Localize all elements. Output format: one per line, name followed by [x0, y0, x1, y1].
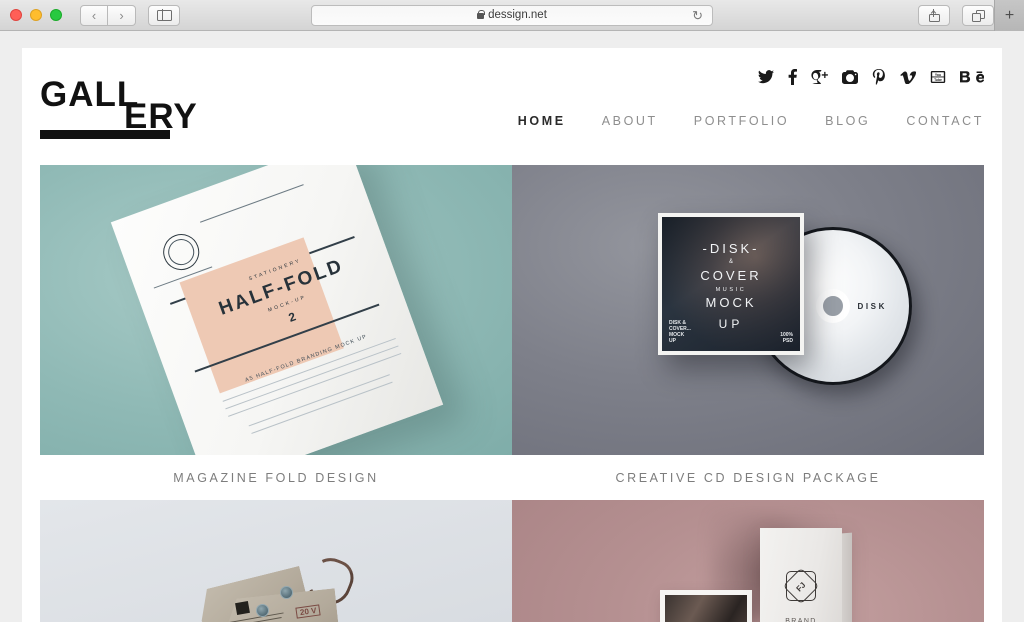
page-viewport: GALL ERY You Tube HOME ABOUT PORTFOLIO B… — [0, 31, 1024, 622]
address-bar[interactable]: dessign.net ↻ — [311, 4, 713, 26]
show-sidebar-button[interactable] — [148, 4, 180, 26]
url-text: dessign.net — [488, 9, 547, 21]
thumbnail-brand-folder[interactable]: FJ BRAND — [512, 500, 984, 622]
share-icon — [928, 9, 940, 22]
nav-item-portfolio[interactable]: PORTFOLIO — [694, 114, 789, 128]
minimize-window-button[interactable] — [30, 9, 42, 21]
cd-line-2: & — [728, 259, 733, 265]
logo-underline-bar — [40, 130, 170, 139]
tabs-icon — [971, 9, 985, 22]
rule-line — [199, 184, 304, 223]
portfolio-gallery: STATIONERY HALF-FOLD MOCK-UP 2 A5 HALF-F… — [40, 165, 984, 622]
cd-center-hole — [816, 289, 850, 323]
tag-eyelet — [280, 586, 293, 599]
brochure-spine — [842, 532, 852, 622]
youtube-icon[interactable]: You Tube — [930, 68, 946, 86]
back-button[interactable]: ‹ — [80, 4, 108, 26]
brochure-caption-text: BRAND — [785, 618, 817, 622]
toolbar-right-actions: + — [906, 0, 1024, 31]
close-window-button[interactable] — [10, 9, 22, 21]
svg-text:Tube: Tube — [934, 78, 942, 82]
chevron-left-icon: ‹ — [91, 7, 97, 23]
thumbnail-magazine-fold[interactable]: STATIONERY HALF-FOLD MOCK-UP 2 A5 HALF-F… — [40, 165, 512, 455]
social-links: You Tube — [758, 68, 984, 86]
facebook-icon[interactable] — [788, 68, 797, 86]
new-tab-button[interactable]: + — [994, 0, 1024, 31]
chevron-right-icon: › — [119, 7, 124, 23]
cd-line-3: COVER — [700, 268, 762, 283]
folded-brochure: FJ BRAND — [760, 528, 852, 622]
gallery-item-hang-tags[interactable]: 20 V — [40, 500, 512, 622]
cd-corner-left-text: DISK & COVER... MOCK UP — [669, 320, 691, 344]
show-tabs-button[interactable] — [962, 5, 994, 26]
cd-corner-right-text: 100% PSD — [780, 332, 793, 344]
cd-sleeve: -DISK- & COVER MUSIC MOCK UP DISK & COVER… — [658, 213, 804, 355]
plus-icon: + — [1004, 6, 1015, 24]
gallery-caption-cd-package: CREATIVE CD DESIGN PACKAGE — [512, 455, 984, 500]
google-plus-icon[interactable] — [811, 68, 828, 86]
cd-line-1: -DISK- — [702, 241, 760, 256]
reload-icon[interactable]: ↻ — [692, 9, 703, 22]
navigation-buttons: ‹ › — [80, 4, 136, 26]
body-line — [251, 381, 393, 434]
tag-black-block — [235, 600, 250, 616]
photo-image — [665, 595, 747, 622]
gallery-row: 20 V FJ BRAND — [40, 500, 984, 622]
nav-item-home[interactable]: HOME — [518, 114, 566, 128]
cd-line-5: MOCK — [705, 295, 757, 310]
thumbnail-hang-tags[interactable]: 20 V — [40, 500, 512, 622]
maximize-window-button[interactable] — [50, 9, 62, 21]
cd-disc-label: DISK — [857, 302, 887, 311]
site-header: GALL ERY You Tube HOME ABOUT PORTFOLIO B… — [22, 48, 1002, 165]
nav-item-about[interactable]: ABOUT — [602, 114, 658, 128]
cd-cover-text: -DISK- & COVER MUSIC MOCK UP — [662, 241, 800, 331]
gallery-item-magazine-fold[interactable]: STATIONERY HALF-FOLD MOCK-UP 2 A5 HALF-F… — [40, 165, 512, 500]
tag-eyelet — [256, 604, 269, 617]
gallery-row: STATIONERY HALF-FOLD MOCK-UP 2 A5 HALF-F… — [40, 165, 984, 500]
instagram-icon[interactable] — [842, 68, 858, 86]
svg-text:You: You — [935, 73, 941, 77]
site-logo[interactable]: GALL ERY — [40, 77, 230, 139]
browser-toolbar: ‹ › dessign.net ↻ + — [0, 0, 1024, 31]
main-navigation: HOME ABOUT PORTFOLIO BLOG CONTACT — [518, 114, 984, 128]
behance-icon[interactable] — [960, 68, 984, 86]
pinterest-icon[interactable] — [872, 68, 885, 86]
vimeo-icon[interactable] — [899, 68, 916, 86]
logo-text-bottom: ERY — [124, 97, 198, 136]
thumbnail-cd-package[interactable]: DISK MOCKUP -DISK- & COVER MUSIC MOCK — [512, 165, 984, 455]
sidebar-icon — [156, 9, 172, 21]
forward-button[interactable]: › — [108, 4, 136, 26]
address-bar-content: dessign.net — [477, 9, 547, 21]
site-container: GALL ERY You Tube HOME ABOUT PORTFOLIO B… — [22, 48, 1002, 622]
window-controls — [10, 9, 62, 21]
share-button[interactable] — [918, 5, 950, 26]
brochure-mockup: STATIONERY HALF-FOLD MOCK-UP 2 A5 HALF-F… — [110, 165, 444, 455]
nav-item-contact[interactable]: CONTACT — [906, 114, 984, 128]
gallery-caption-magazine-fold: MAGAZINE FOLD DESIGN — [40, 455, 512, 500]
cd-line-4: MUSIC — [715, 287, 747, 293]
lock-icon — [477, 9, 485, 19]
stamp-seal-icon — [158, 228, 205, 276]
nav-item-blog[interactable]: BLOG — [825, 114, 870, 128]
cd-cover-artwork: -DISK- & COVER MUSIC MOCK UP DISK & COVER… — [662, 217, 800, 351]
twitter-icon[interactable] — [758, 68, 774, 86]
gallery-item-cd-package[interactable]: DISK MOCKUP -DISK- & COVER MUSIC MOCK — [512, 165, 984, 500]
framed-photo — [660, 590, 752, 622]
gallery-item-brand-folder[interactable]: FJ BRAND — [512, 500, 984, 622]
